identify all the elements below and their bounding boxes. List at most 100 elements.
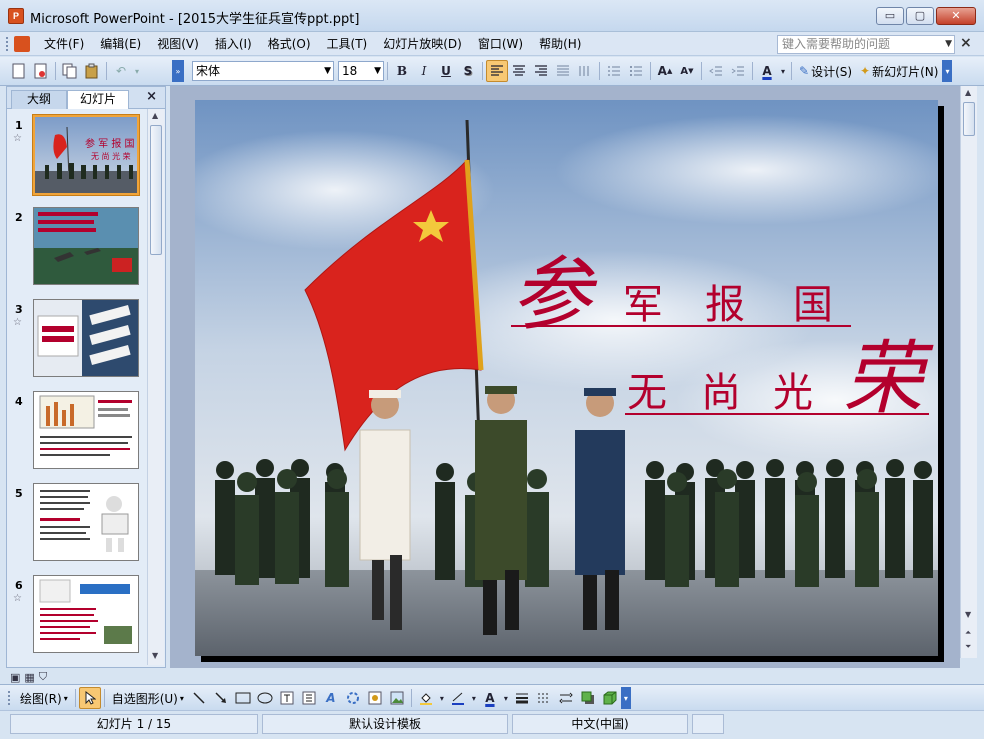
chevron-down-icon[interactable]: ▼	[374, 62, 381, 80]
increase-indent-icon[interactable]	[727, 60, 749, 82]
line-color-icon[interactable]	[447, 687, 469, 709]
decrease-font-size-icon[interactable]: A ▼	[676, 60, 698, 82]
close-document-button[interactable]: ×	[960, 35, 972, 51]
new-slide-button[interactable]: ✦ 新幻灯片(N)	[856, 63, 942, 80]
previous-slide-icon[interactable]: ⏶	[965, 628, 971, 638]
numbered-list-icon[interactable]	[603, 60, 625, 82]
font-size-select[interactable]: 18 ▼	[338, 61, 384, 81]
bold-button[interactable]: B	[391, 60, 413, 82]
justify-icon[interactable]	[552, 60, 574, 82]
thumbnail-item[interactable]: 5	[7, 483, 147, 569]
document-icon[interactable]	[14, 36, 30, 52]
menu-view[interactable]: 视图(V)	[149, 36, 207, 52]
menu-window[interactable]: 窗口(W)	[470, 36, 531, 52]
chevron-down-icon[interactable]: ▼	[324, 62, 331, 80]
fill-color-icon[interactable]	[415, 687, 437, 709]
slide-thumbnail-3[interactable]	[33, 299, 139, 377]
menu-insert[interactable]: 插入(I)	[207, 36, 260, 52]
close-pane-button[interactable]: ×	[146, 89, 157, 104]
align-right-icon[interactable]	[530, 60, 552, 82]
design-button[interactable]: ✎ 设计(S)	[795, 63, 856, 80]
arrow-tool-icon[interactable]	[210, 687, 232, 709]
paste-icon[interactable]	[81, 60, 103, 82]
undo-icon[interactable]: ↶	[110, 60, 132, 82]
increase-font-size-icon[interactable]: A ▲	[654, 60, 676, 82]
3d-style-icon[interactable]	[599, 687, 621, 709]
rectangle-tool-icon[interactable]	[232, 687, 254, 709]
autoshapes-button[interactable]: 自选图形(U) ▾	[108, 690, 188, 707]
scrollbar-thumb[interactable]	[150, 125, 162, 255]
scroll-up-icon[interactable]: ▲	[152, 111, 158, 120]
toolbar-grip[interactable]	[6, 37, 10, 51]
close-button[interactable]: ✕	[936, 7, 976, 25]
font-color-icon[interactable]: A	[479, 687, 501, 709]
slide-scrollbar[interactable]: ▲ ▼ ⏶ ⏷	[960, 86, 977, 658]
insert-picture-icon[interactable]	[386, 687, 408, 709]
scrollbar-thumb[interactable]	[963, 102, 975, 136]
font-name-select[interactable]: 宋体 ▼	[192, 61, 334, 81]
menu-help[interactable]: 帮助(H)	[531, 36, 589, 52]
powerpoint-icon[interactable]: P	[8, 8, 24, 24]
thumbnail-item[interactable]: 1 ☆ 参 军 报 国 无 尚 光 荣	[7, 114, 147, 201]
menu-format[interactable]: 格式(O)	[260, 36, 319, 52]
clip-art-icon[interactable]	[364, 687, 386, 709]
diagram-icon[interactable]	[342, 687, 364, 709]
permission-icon[interactable]	[30, 60, 52, 82]
align-center-icon[interactable]	[508, 60, 530, 82]
scroll-up-icon[interactable]: ▲	[965, 88, 971, 97]
font-color-dropdown-icon[interactable]: ▾	[778, 60, 788, 82]
thumbnail-item[interactable]: 6 ☆	[7, 575, 147, 661]
restore-button[interactable]: ▢	[906, 7, 934, 25]
toolbar-options-icon[interactable]: »	[172, 60, 184, 82]
underline-button[interactable]: U	[435, 60, 457, 82]
font-color-icon[interactable]: A	[756, 60, 778, 82]
italic-button[interactable]: I	[413, 60, 435, 82]
next-slide-icon[interactable]: ⏷	[965, 642, 971, 652]
help-search-input[interactable]: 键入需要帮助的问题 ▼	[777, 35, 955, 54]
draw-menu-button[interactable]: 绘图(R) ▾	[16, 690, 72, 707]
menu-file[interactable]: 文件(F)	[36, 36, 92, 52]
shadow-button[interactable]: S	[457, 60, 479, 82]
slide-thumbnail-2[interactable]	[33, 207, 139, 285]
copy-icon[interactable]	[59, 60, 81, 82]
chevron-down-icon[interactable]: ▼	[945, 36, 952, 53]
decrease-indent-icon[interactable]	[705, 60, 727, 82]
slide-sorter-icon[interactable]: ▦	[24, 671, 34, 684]
tab-outline[interactable]: 大纲	[11, 90, 67, 109]
menu-edit[interactable]: 编辑(E)	[92, 36, 149, 52]
scroll-down-icon[interactable]: ▼	[152, 651, 158, 660]
align-left-icon[interactable]	[486, 60, 508, 82]
toolbar-grip[interactable]	[8, 691, 12, 705]
slide-thumbnail-5[interactable]	[33, 483, 139, 561]
new-file-icon[interactable]	[8, 60, 30, 82]
select-objects-icon[interactable]	[78, 687, 101, 709]
text-box-icon[interactable]	[276, 687, 298, 709]
normal-view-icon[interactable]: ▣	[10, 671, 20, 684]
current-slide[interactable]: 参 军 报 国 无 尚 光 荣	[195, 100, 938, 656]
toolbar-options-icon[interactable]: ▾	[620, 687, 631, 709]
slide-thumbnail-1[interactable]: 参 军 报 国 无 尚 光 荣	[32, 114, 140, 196]
menu-tools[interactable]: 工具(T)	[319, 36, 376, 52]
dash-style-icon[interactable]	[533, 687, 555, 709]
menu-slideshow[interactable]: 幻灯片放映(D)	[375, 36, 470, 52]
undo-dropdown-icon[interactable]: ▾	[132, 60, 142, 82]
shadow-style-icon[interactable]	[577, 687, 599, 709]
wordart-icon[interactable]: A	[320, 687, 342, 709]
minimize-button[interactable]: ▭	[876, 7, 904, 25]
slide-thumbnail-4[interactable]	[33, 391, 139, 469]
slide-thumbnail-6[interactable]	[33, 575, 139, 653]
arrow-style-icon[interactable]	[555, 687, 577, 709]
thumbnail-item[interactable]: 4	[7, 391, 147, 477]
toolbar-options-icon[interactable]: ▾	[942, 60, 953, 82]
vertical-text-box-icon[interactable]	[298, 687, 320, 709]
bullet-list-icon[interactable]	[625, 60, 647, 82]
fill-color-dropdown-icon[interactable]: ▾	[437, 687, 447, 709]
thumbnail-item[interactable]: 2	[7, 207, 147, 293]
oval-tool-icon[interactable]	[254, 687, 276, 709]
line-color-dropdown-icon[interactable]: ▾	[469, 687, 479, 709]
font-color-dropdown-icon[interactable]: ▾	[501, 687, 511, 709]
line-tool-icon[interactable]	[188, 687, 210, 709]
thumbnail-item[interactable]: 3 ☆	[7, 299, 147, 385]
slideshow-icon[interactable]: ⛉	[39, 670, 47, 684]
scroll-down-icon[interactable]: ▼	[965, 610, 971, 619]
